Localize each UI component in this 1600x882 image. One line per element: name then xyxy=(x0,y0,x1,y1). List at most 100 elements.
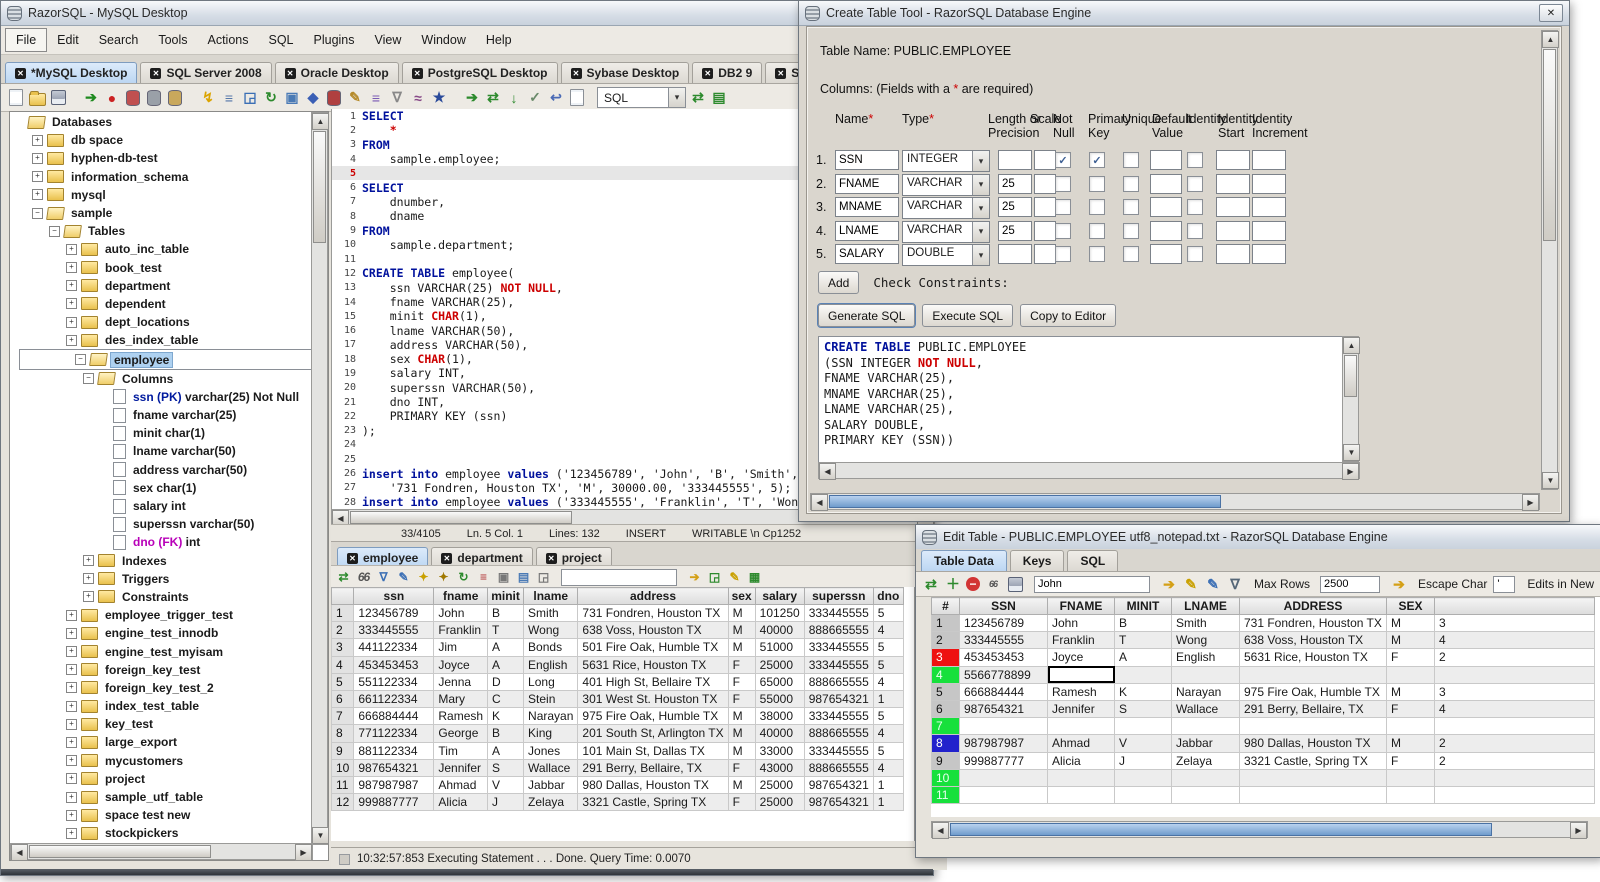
cell[interactable]: Bonds xyxy=(523,638,579,657)
open-icon[interactable] xyxy=(28,89,46,107)
menu-item-help[interactable]: Help xyxy=(476,29,522,51)
tree-item-db-space[interactable]: + db space xyxy=(11,131,312,149)
row-number[interactable]: 1 xyxy=(331,603,355,623)
not-null-checkbox[interactable] xyxy=(1055,246,1071,262)
copy-icon[interactable]: ▣ xyxy=(283,89,301,107)
tree-horizontal-scrollbar[interactable]: ◀ ▶ xyxy=(10,843,313,861)
cell[interactable]: Zelaya xyxy=(1171,751,1240,770)
length-field[interactable] xyxy=(998,244,1032,264)
name-field[interactable] xyxy=(835,197,899,217)
results-export-icon[interactable]: ◲ xyxy=(535,569,552,586)
row-number[interactable]: 8 xyxy=(931,734,960,753)
cell[interactable]: 881122334 xyxy=(353,741,435,760)
results-foreign-key-icon[interactable]: ✦ xyxy=(435,569,452,586)
cell[interactable]: 5 xyxy=(872,603,904,623)
cell[interactable]: V xyxy=(1114,734,1172,753)
tree-toggle-icon[interactable]: − xyxy=(49,225,60,237)
results-refresh-icon[interactable]: ⇄ xyxy=(335,569,352,586)
db-export-icon[interactable] xyxy=(325,89,343,107)
chevron-down-icon[interactable]: ▾ xyxy=(972,245,989,265)
identity-increment-field[interactable] xyxy=(1252,220,1286,241)
cell[interactable]: 638 Voss, Houston TX xyxy=(577,621,729,640)
cell[interactable] xyxy=(1171,785,1240,805)
cell[interactable]: 4 xyxy=(872,621,904,640)
connect-icon[interactable]: ➔ xyxy=(82,89,100,107)
cell[interactable]: Joyce xyxy=(433,655,489,674)
connection-tab-sybase-desktop[interactable]: ✕ Sybase Desktop xyxy=(560,62,690,83)
cell[interactable]: 333445555 xyxy=(803,741,874,760)
results-copy-results-icon[interactable]: ▤ xyxy=(515,569,532,586)
cell[interactable]: M xyxy=(727,724,756,743)
tree-toggle-icon[interactable]: + xyxy=(83,555,94,567)
edit-go2-icon[interactable]: ➔ xyxy=(1390,575,1408,593)
escape-char-input[interactable] xyxy=(1493,575,1516,593)
identity-checkbox[interactable] xyxy=(1187,199,1203,215)
tree-item-employee[interactable]: − employee xyxy=(19,349,312,370)
cell[interactable]: K xyxy=(1114,682,1172,701)
edit-save-icon[interactable] xyxy=(1006,575,1024,593)
scale-field[interactable] xyxy=(1034,150,1056,170)
cell[interactable] xyxy=(1239,717,1387,736)
default-value-field[interactable] xyxy=(1150,197,1182,217)
row-number[interactable]: 10 xyxy=(331,758,355,777)
cell[interactable]: 975 Fire Oak, Humble TX xyxy=(1239,682,1387,701)
close-tab-icon[interactable]: ✕ xyxy=(150,67,162,79)
menu-item-tools[interactable]: Tools xyxy=(148,29,197,51)
tree-item-sex-char-1[interactable]: sex char(1) xyxy=(11,479,312,497)
tree-item-triggers[interactable]: + Triggers xyxy=(11,570,312,588)
row-number[interactable]: 10 xyxy=(931,768,960,787)
cell[interactable]: Jim xyxy=(433,638,489,657)
table-row[interactable]: 10 xyxy=(931,768,1595,787)
scroll-right-icon[interactable]: ▶ xyxy=(1570,822,1587,839)
cell[interactable]: 3 xyxy=(1434,682,1595,701)
cell[interactable]: Wallace xyxy=(523,758,579,777)
tree-toggle-icon[interactable]: + xyxy=(66,773,77,785)
cell[interactable] xyxy=(959,785,1048,805)
cell[interactable]: 291 Berry, Bellaire, TX xyxy=(577,758,729,777)
cell[interactable]: 731 Fondren, Houston TX xyxy=(577,603,729,623)
cell[interactable]: 551122334 xyxy=(353,672,435,691)
edit-tab-sql[interactable]: SQL xyxy=(1067,550,1119,571)
cell[interactable]: Franklin xyxy=(1047,631,1115,650)
tree-item-large-export[interactable]: + large_export xyxy=(11,733,312,751)
default-value-field[interactable] xyxy=(1150,220,1182,241)
cell[interactable] xyxy=(1047,665,1115,684)
edit-titlebar[interactable]: Edit Table - PUBLIC.EMPLOYEE utf8_notepa… xyxy=(916,525,1600,550)
filter-icon[interactable]: ∇ xyxy=(388,89,406,107)
cell[interactable]: English xyxy=(523,655,579,674)
chevron-down-icon[interactable]: ▾ xyxy=(972,198,989,218)
cell[interactable]: 888665555 xyxy=(803,758,874,777)
menu-item-view[interactable]: View xyxy=(365,29,412,51)
favorites-icon[interactable]: ★ xyxy=(430,89,448,107)
cell[interactable]: 5 xyxy=(872,707,904,726)
search-input[interactable] xyxy=(1034,575,1150,593)
cell[interactable] xyxy=(1386,768,1435,787)
cell[interactable] xyxy=(1047,785,1115,805)
cell[interactable]: 291 Berry, Bellaire, TX xyxy=(1239,699,1387,719)
results-filter-input[interactable] xyxy=(561,568,677,586)
primary-key-checkbox[interactable] xyxy=(1089,199,1105,215)
cell[interactable]: 888665555 xyxy=(803,672,874,691)
identity-increment-field[interactable] xyxy=(1252,150,1286,170)
cell[interactable]: A xyxy=(487,638,525,657)
connection-tab-oracle-desktop[interactable]: ✕ Oracle Desktop xyxy=(274,62,399,83)
tree-item-foreign-key-test[interactable]: + foreign_key_test xyxy=(11,661,312,679)
identity-start-field[interactable] xyxy=(1216,173,1250,194)
cell[interactable]: 888665555 xyxy=(803,724,874,743)
scroll-right-icon[interactable]: ▶ xyxy=(1342,463,1359,480)
unique-checkbox[interactable] xyxy=(1123,246,1139,262)
tree-item-tables[interactable]: − Tables xyxy=(11,222,312,240)
name-field[interactable] xyxy=(835,173,899,194)
identity-increment-field[interactable] xyxy=(1252,244,1286,264)
cell[interactable]: Franklin xyxy=(433,621,489,640)
cell[interactable]: J xyxy=(487,793,525,812)
name-field[interactable] xyxy=(835,244,899,264)
tree-item-fname-varchar-25[interactable]: fname varchar(25) xyxy=(11,406,312,424)
cell[interactable] xyxy=(1386,717,1435,736)
menu-item-edit[interactable]: Edit xyxy=(47,29,89,51)
tree-item-dependent[interactable]: + dependent xyxy=(11,295,312,313)
table-row[interactable]: 8 771122334 George B King 201 South St, Arlin… xyxy=(331,724,904,743)
cell[interactable]: Wallace xyxy=(1171,699,1240,719)
cell[interactable]: Jennifer xyxy=(1047,699,1115,719)
column-header-lname[interactable]: LNAME xyxy=(1171,597,1240,615)
